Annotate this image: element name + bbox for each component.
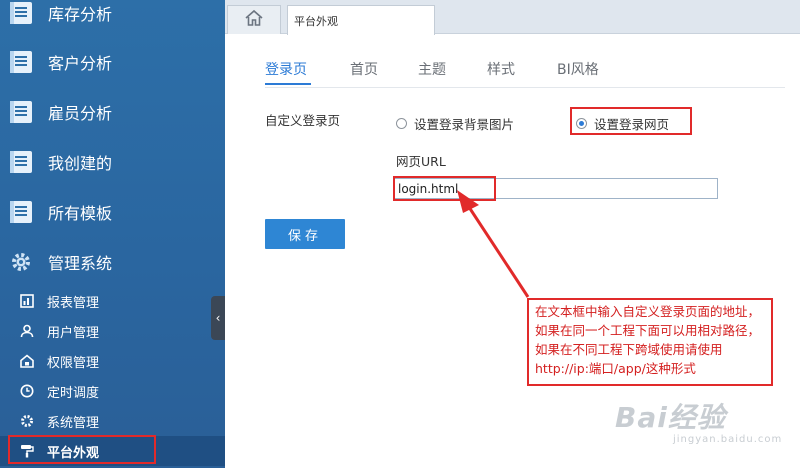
- sidebar-subitem-scheduled-tasks[interactable]: 定时调度: [0, 376, 225, 406]
- sidebar-subitem-permission-management[interactable]: 权限管理: [0, 346, 225, 376]
- tab-divider: [265, 87, 785, 88]
- sidebar-subitem-label: 用户管理: [47, 325, 100, 341]
- watermark-logo: Bai经验: [615, 401, 726, 434]
- home-tab[interactable]: [227, 5, 281, 34]
- sidebar-item-employee-analysis[interactable]: 雇员分析: [0, 87, 225, 137]
- url-label: 网页URL: [396, 154, 446, 169]
- save-button[interactable]: 保存: [265, 219, 345, 249]
- sidebar-subitem-label: 系统管理: [47, 415, 100, 431]
- tab-theme[interactable]: 主题: [418, 59, 446, 79]
- document-icon: [10, 51, 32, 73]
- sidebar-subitem-system-management[interactable]: 系统管理: [0, 406, 225, 436]
- highlight-box-radio: [570, 107, 692, 135]
- home-lock-icon: [20, 354, 34, 368]
- watermark: Bai经验 jingyan.baidu.com: [615, 396, 782, 445]
- highlight-box-active-menu: [8, 435, 156, 464]
- sidebar-item-label: 库存分析: [48, 5, 113, 24]
- home-icon: [244, 9, 264, 31]
- chevron-left-icon: ‹: [215, 311, 221, 325]
- user-icon: [20, 324, 34, 338]
- active-tab-underline: [265, 83, 311, 85]
- sidebar-subitem-user-management[interactable]: 用户管理: [0, 316, 225, 346]
- sidebar-item-inventory-analysis[interactable]: 库存分析: [0, 0, 225, 38]
- report-icon: [20, 294, 34, 308]
- document-icon: [10, 151, 32, 173]
- sidebar-item-all-templates[interactable]: 所有模板: [0, 187, 225, 237]
- document-icon: [10, 101, 32, 123]
- sidebar-item-label: 管理系统: [48, 254, 113, 273]
- url-input[interactable]: [393, 178, 718, 199]
- sidebar-collapse-button[interactable]: ‹: [211, 296, 225, 340]
- gear-icon: [10, 251, 32, 273]
- tab-style[interactable]: 样式: [487, 59, 515, 79]
- sidebar-subitem-label: 权限管理: [47, 355, 100, 371]
- custom-login-label: 自定义登录页: [265, 113, 341, 128]
- document-icon: [10, 201, 32, 223]
- watermark-url: jingyan.baidu.com: [673, 434, 783, 445]
- radio-label: 设置登录背景图片: [414, 117, 515, 132]
- sidebar-item-management-system[interactable]: 管理系统: [0, 237, 225, 287]
- radio-unchecked-icon: [396, 118, 407, 129]
- sidebar-item-label: 所有模板: [48, 204, 113, 223]
- radio-login-bg-image[interactable]: 设置登录背景图片: [396, 114, 514, 133]
- sidebar: 库存分析 客户分析 雇员分析 我创建的 所有模板 管理系统 报表管理 用户管理: [0, 0, 225, 468]
- clock-icon: [20, 384, 34, 398]
- sidebar-subitem-report-management[interactable]: 报表管理: [0, 286, 225, 316]
- tab-home-page[interactable]: 首页: [350, 59, 378, 79]
- sidebar-item-label: 我创建的: [48, 154, 113, 173]
- gear-icon: [20, 414, 34, 428]
- sidebar-subitem-label: 定时调度: [47, 385, 100, 401]
- tab-login-page[interactable]: 登录页: [265, 59, 307, 79]
- tab-bar: 平台外观: [225, 0, 800, 35]
- sidebar-item-label: 客户分析: [48, 54, 113, 73]
- document-icon: [10, 2, 32, 24]
- sidebar-item-customer-analysis[interactable]: 客户分析: [0, 37, 225, 87]
- sidebar-item-label: 雇员分析: [48, 104, 113, 123]
- sidebar-item-my-created[interactable]: 我创建的: [0, 137, 225, 187]
- sidebar-subitem-label: 报表管理: [47, 295, 100, 311]
- tab-bi-style[interactable]: BI风格: [557, 59, 599, 79]
- tab-platform-appearance[interactable]: 平台外观: [287, 5, 435, 35]
- annotation-note: 在文本框中输入自定义登录页面的地址，如果在同一个工程下面可以用相对路径，如果在不…: [527, 298, 773, 386]
